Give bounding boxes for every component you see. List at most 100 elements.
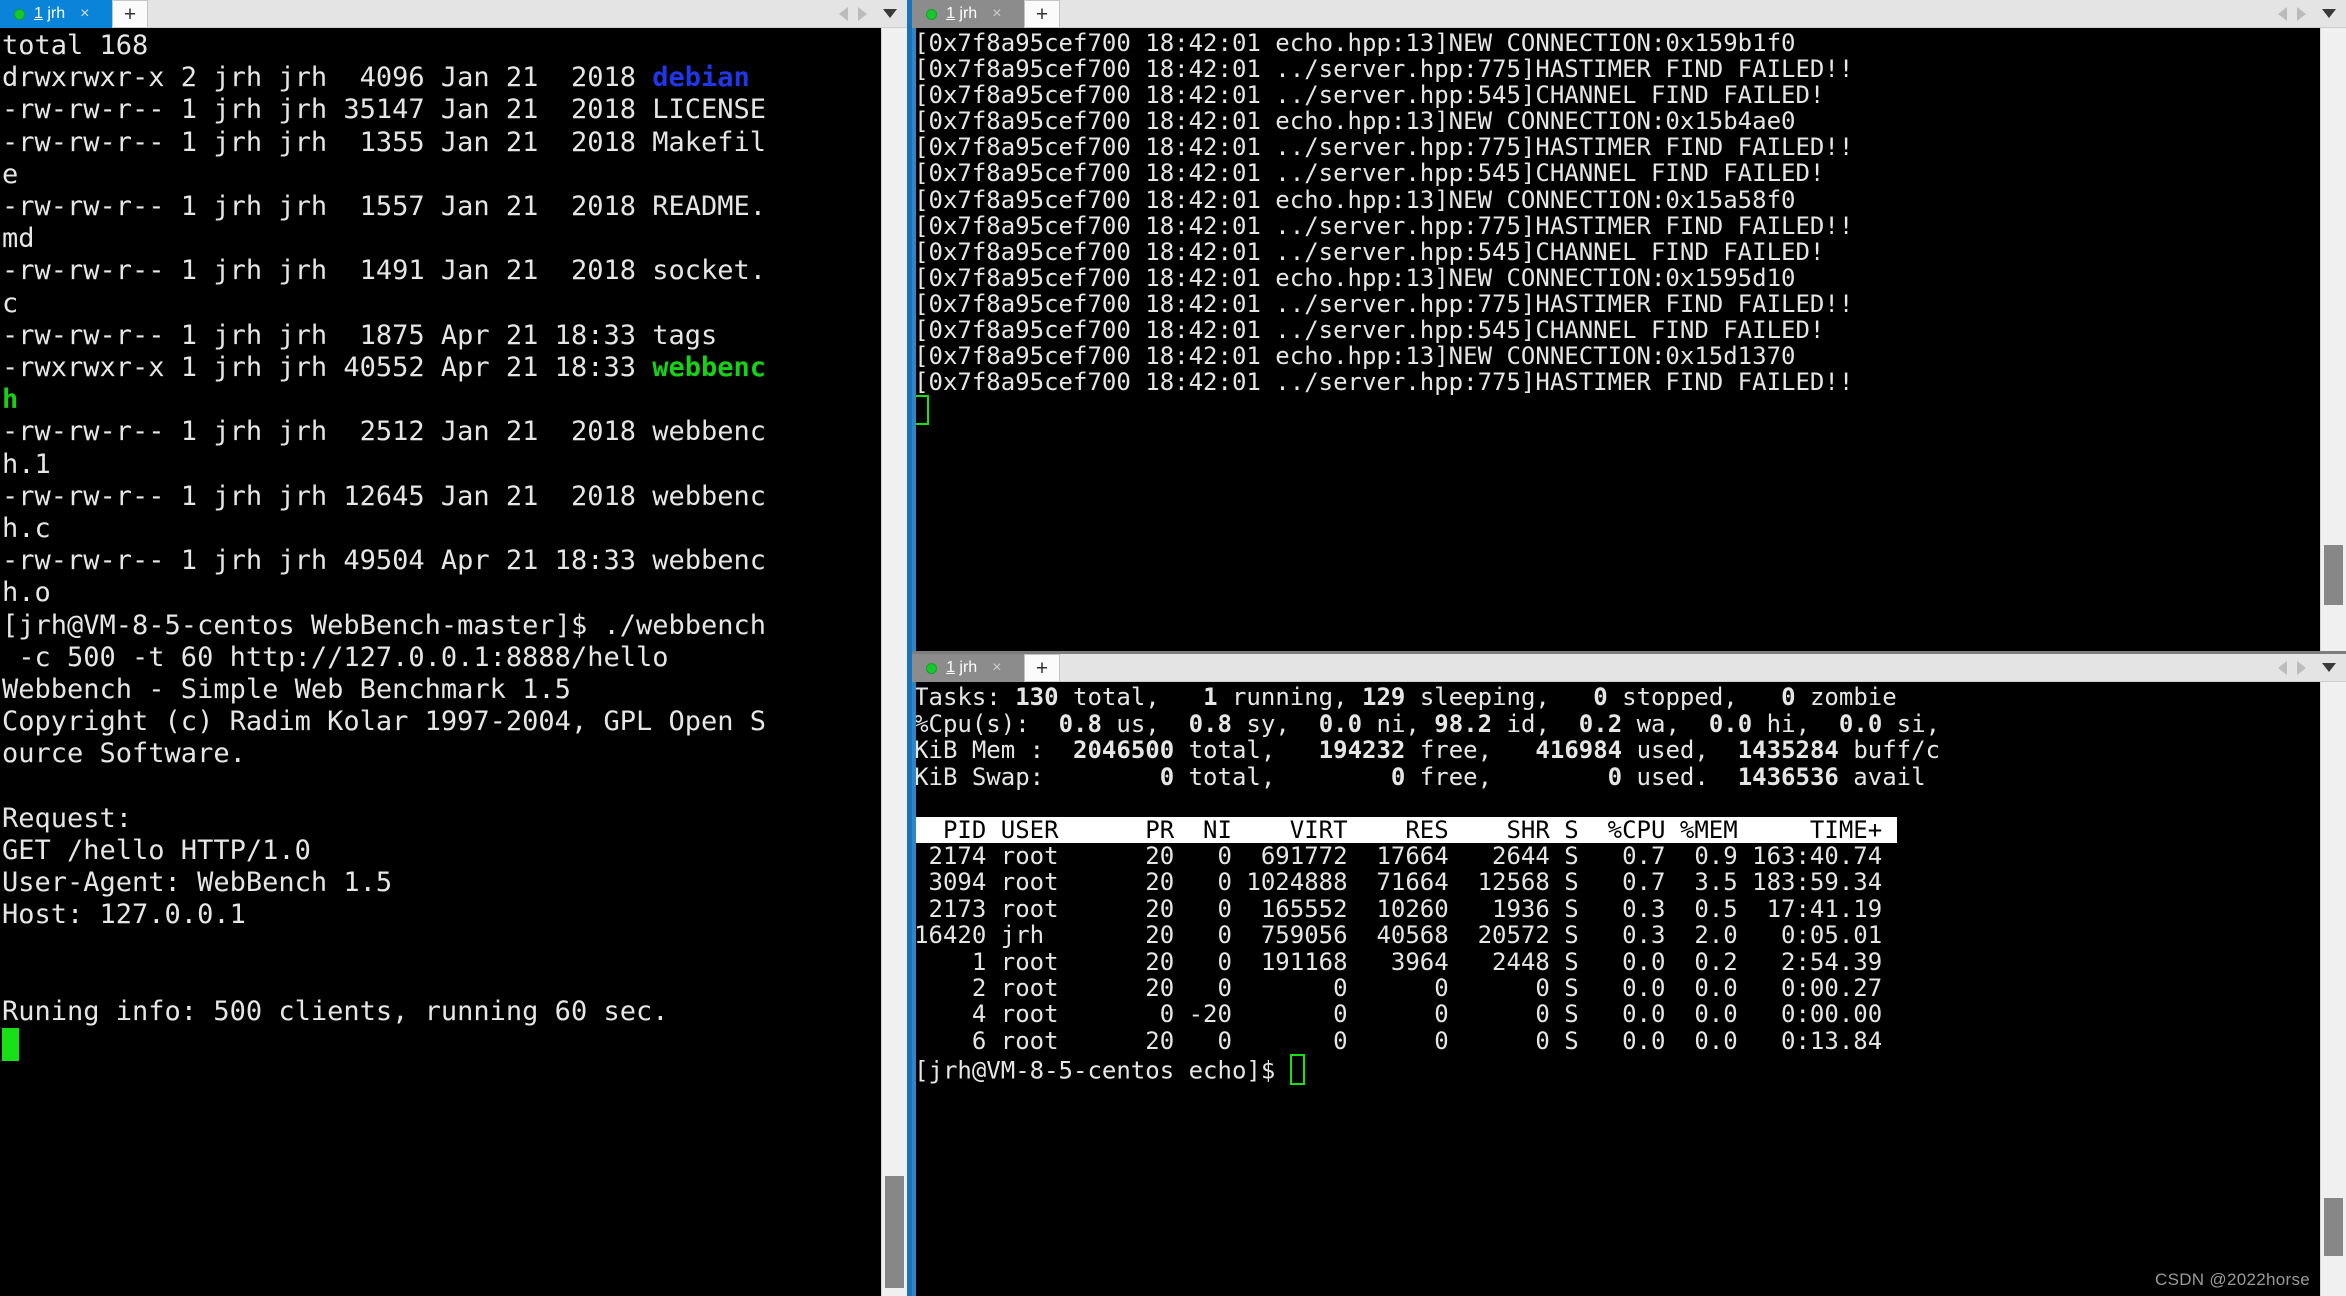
scroll-right-icon[interactable]: [858, 6, 868, 21]
terminal-line: md: [2, 223, 35, 255]
scroll-left-icon[interactable]: [2278, 6, 2287, 21]
new-tab-button[interactable]: +: [1024, 654, 1061, 682]
terminal-span: 98.2: [1434, 709, 1493, 738]
right-top-tab-number: 1: [946, 5, 955, 22]
terminal-line: [914, 395, 2320, 426]
terminal-line: h.o: [2, 577, 51, 609]
left-scrollbar-thumb[interactable]: [885, 1176, 905, 1288]
right-top-scrollbar[interactable]: [2320, 28, 2346, 652]
right-top-scrollbar-thumb[interactable]: [2324, 545, 2343, 606]
terminal-span: %Cpu(s):: [914, 709, 1059, 738]
new-tab-button[interactable]: +: [1024, 0, 1061, 27]
terminal-span: 0.0: [1318, 709, 1363, 738]
process-table-row: 2173 root 20 0 165552 10260 1936 S 0.3 0…: [914, 894, 1883, 923]
process-table-row: 3094 root 20 0 1024888 71664 12568 S 0.7…: [914, 868, 1883, 897]
terminal-line: Host: 127.0.0.1: [2, 899, 246, 931]
right-bottom-tabbar-controls: [2278, 654, 2346, 681]
terminal-line: -c 500 -t 60 http://127.0.0.1:8888/hello: [2, 641, 669, 673]
terminal-line: GET /hello HTTP/1.0: [2, 835, 311, 867]
left-tabbar-spacer: [148, 0, 839, 27]
chevron-down-icon[interactable]: [883, 9, 898, 18]
right-bottom-tab-name: jrh: [959, 659, 978, 677]
process-table-row: 6 root 20 0 0 0 0 S 0.0 0.0 0:13.84: [914, 1026, 1883, 1055]
terminal-span: 0.8: [1188, 709, 1232, 738]
scroll-left-icon[interactable]: [2278, 660, 2287, 675]
terminal-line: [0x7f8a95cef700 18:42:01 ../server.hpp:5…: [914, 81, 1825, 110]
new-tab-button[interactable]: +: [112, 0, 148, 27]
chevron-down-icon[interactable]: [2322, 9, 2336, 18]
terminal-span: 0: [1159, 762, 1175, 791]
left-tab-1-jrh[interactable]: 1 jrh ×: [0, 0, 112, 28]
process-table-header: PID USER PR NI VIRT RES SHR S %CPU %MEM …: [914, 815, 2320, 844]
scroll-right-icon[interactable]: [2297, 6, 2306, 21]
terminal-line: -rw-rw-r-- 1 jrh jrh 1557 Jan 21 2018 RE…: [2, 191, 767, 223]
left-terminal-scrollbar[interactable]: [881, 28, 908, 1296]
terminal-line: h.c: [2, 513, 51, 545]
terminal-span: webbenc: [652, 352, 767, 384]
terminal-line: h: [2, 384, 881, 416]
terminal-span: 0.8: [1058, 709, 1102, 738]
left-tab-name: jrh: [47, 5, 66, 22]
close-icon[interactable]: ×: [992, 6, 1001, 22]
right-bottom-tab-1-jrh[interactable]: 1 jrh ×: [912, 654, 1025, 683]
terminal-span: running,: [1217, 683, 1363, 712]
terminal-line: -rw-rw-r-- 1 jrh jrh 35147 Jan 21 2018 L…: [2, 94, 767, 126]
terminal-line: [0x7f8a95cef700 18:42:01 ../server.hpp:5…: [914, 316, 1825, 345]
chevron-down-icon[interactable]: [2322, 663, 2336, 673]
terminal-line: [0x7f8a95cef700 18:42:01 echo.hpp:13]NEW…: [914, 342, 1796, 371]
terminal-span: 194232: [1318, 736, 1406, 765]
terminal-span: 1: [1203, 683, 1218, 712]
scroll-left-icon[interactable]: [839, 6, 849, 21]
right-top-tabbar-controls: [2278, 0, 2346, 27]
terminal-span: 1436536: [1737, 762, 1839, 791]
terminal-span: Tasks:: [914, 683, 1016, 712]
right-bottom-scrollbar[interactable]: [2320, 682, 2346, 1296]
right-bottom-tabbar: 1 jrh × +: [912, 654, 2346, 683]
right-top-terminal-wrap: [0x7f8a95cef700 18:42:01 echo.hpp:13]NEW…: [912, 28, 2346, 652]
terminal-line: -rw-rw-r-- 1 jrh jrh 1355 Jan 21 2018 Ma…: [2, 126, 767, 158]
right-bottom-scrollbar-thumb[interactable]: [2324, 1198, 2343, 1256]
terminal-span: free,: [1405, 736, 1536, 765]
terminal-span: 0.2: [1578, 709, 1623, 738]
terminal-span: used.: [1622, 762, 1738, 791]
right-bottom-terminal-output[interactable]: Tasks: 130 total, 1 running, 129 sleepin…: [912, 682, 2320, 1296]
terminal-line: Request:: [2, 802, 133, 834]
terminal-span: total,: [1174, 736, 1319, 765]
terminal-cursor: [1289, 1054, 1305, 1085]
pane-right: 1 jrh × + [0x7f8a95cef700 18:42:01 echo.…: [912, 0, 2346, 1296]
terminal-span: sy,: [1231, 709, 1319, 738]
right-top-focus-edge: [912, 28, 917, 652]
terminal-line: Webbench - Simple Web Benchmark 1.5: [2, 674, 571, 706]
terminal-line: [0x7f8a95cef700 18:42:01 ../server.hpp:7…: [914, 133, 1854, 162]
terminal-line: -rwxrwxr-x 1 jrh jrh 40552 Apr 21 18:33 …: [2, 352, 881, 384]
terminal-span: debian: [652, 62, 750, 94]
close-icon[interactable]: ×: [992, 660, 1001, 676]
terminal-span: drwxrwxr-x 2 jrh jrh 4096 Jan 21 2018: [2, 62, 653, 94]
right-top-terminal-output[interactable]: [0x7f8a95cef700 18:42:01 echo.hpp:13]NEW…: [912, 28, 2320, 652]
terminal-span: 0.0: [1708, 709, 1753, 738]
process-table-row: 2174 root 20 0 691772 17664 2644 S 0.7 0…: [914, 841, 1883, 870]
terminal-line: -rw-rw-r-- 1 jrh jrh 1491 Jan 21 2018 so…: [2, 255, 767, 287]
left-terminal-output[interactable]: total 168 drwxrwxr-x 2 jrh jrh 4096 Jan 2…: [0, 28, 882, 1296]
process-table-header-text: PID USER PR NI VIRT RES SHR S %CPU %MEM …: [914, 815, 1897, 844]
right-top-tabbar: 1 jrh × +: [912, 0, 2346, 28]
terminal-span: 0.0: [1838, 709, 1883, 738]
terminal-span: avail: [1838, 762, 1926, 791]
terminal-line: [0x7f8a95cef700 18:42:01 ../server.hpp:5…: [914, 237, 1825, 266]
terminal-line: Tasks: 130 total, 1 running, 129 sleepin…: [914, 684, 2320, 710]
terminal-span: ni,: [1362, 709, 1435, 738]
shell-prompt-line: [jrh@VM-8-5-centos echo]$: [914, 1054, 2320, 1085]
terminal-span: si,: [1882, 709, 1941, 738]
terminal-cursor: [914, 395, 929, 426]
session-status-dot: [926, 662, 938, 674]
terminal-line: drwxrwxr-x 2 jrh jrh 4096 Jan 21 2018 de…: [2, 62, 881, 94]
close-icon[interactable]: ×: [80, 6, 89, 22]
scroll-right-icon[interactable]: [2297, 660, 2306, 675]
right-top-tab-1-jrh[interactable]: 1 jrh ×: [912, 0, 1025, 28]
terminal-span: total,: [1058, 683, 1204, 712]
terminal-line: [0x7f8a95cef700 18:42:01 ../server.hpp:7…: [914, 289, 1854, 318]
terminal-span: 0: [1781, 683, 1796, 712]
